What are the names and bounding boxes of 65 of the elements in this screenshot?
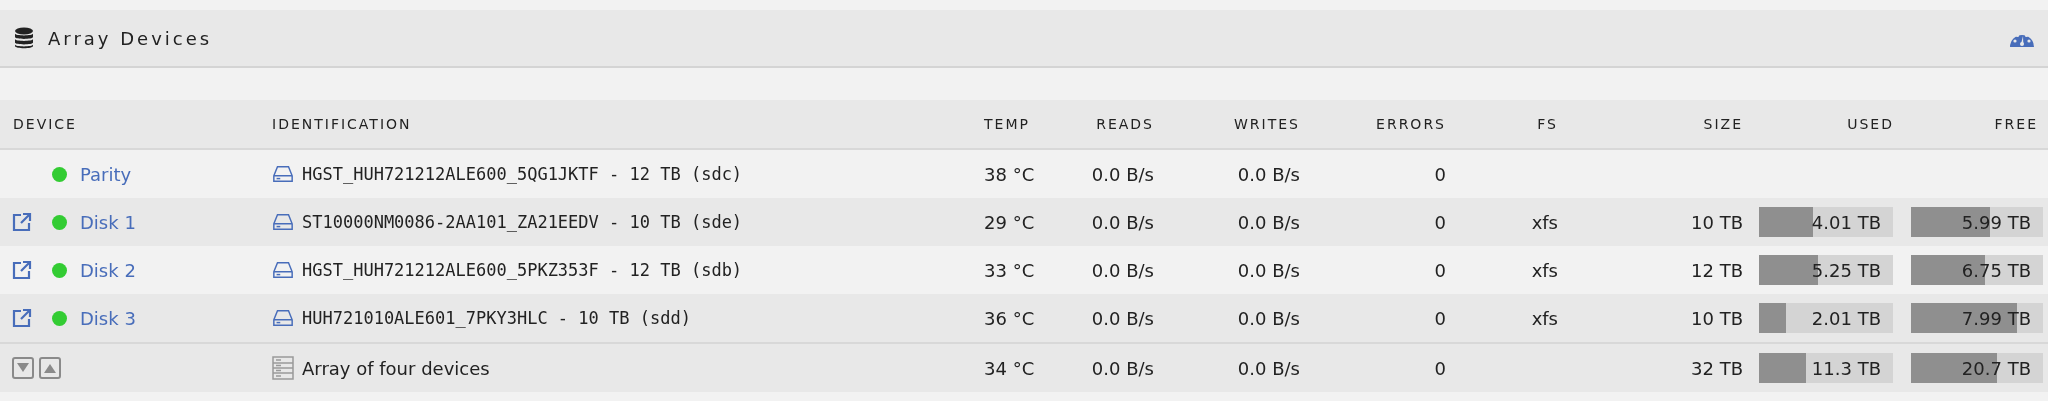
identification-text: HGST_HUH721212ALE600_5PKZ353F - 12 TB (sdb) (302, 260, 743, 280)
identification-text: HUH721010ALE601_7PKY3HLC - 10 TB (sdd) (302, 308, 691, 328)
column-header: READS (1095, 116, 1155, 132)
writes-cell-text: 0.0 B/s (1236, 357, 1301, 379)
identification-text: Array of four devices (302, 357, 490, 379)
database-icon (14, 27, 34, 49)
reads-cell-text: 0.0 B/s (1090, 357, 1155, 379)
column-header: IDENTIFICATION (271, 116, 413, 132)
column-header: FREE (1993, 116, 2039, 132)
drive-icon (272, 163, 294, 185)
fs-cell-text: xfs (1530, 259, 1559, 281)
temp-cell-text: 29 °C (983, 211, 1036, 233)
collapse-button[interactable] (12, 357, 34, 379)
device-link[interactable]: Parity (80, 163, 132, 185)
errors-cell-text: 0 (1433, 259, 1447, 281)
panel-title: Array Devices (48, 27, 214, 49)
external-link-icon[interactable] (12, 260, 32, 280)
identification-text: ST10000NM0086-2AA101_ZA21EEDV - 10 TB (sde) (302, 212, 743, 232)
caret-down-icon (17, 363, 29, 373)
usage-value: 2.01 TB (1811, 307, 1882, 329)
writes-cell-text: 0.0 B/s (1236, 211, 1301, 233)
column-header: SIZE (1702, 116, 1744, 132)
reads-cell-text: 0.0 B/s (1090, 211, 1155, 233)
writes-cell-text: 0.0 B/s (1236, 259, 1301, 281)
fs-cell-text: xfs (1530, 211, 1559, 233)
errors-cell-text: 0 (1433, 211, 1447, 233)
device-link[interactable]: Disk 1 (80, 211, 136, 233)
expand-button[interactable] (39, 357, 61, 379)
usage-value: 5.25 TB (1811, 259, 1882, 281)
column-header: FS (1536, 116, 1559, 132)
external-link-icon[interactable] (12, 212, 32, 232)
reads-cell-text: 0.0 B/s (1090, 259, 1155, 281)
writes-cell-text: 0.0 B/s (1236, 307, 1301, 329)
reads-cell-text: 0.0 B/s (1090, 163, 1155, 185)
drive-icon (272, 211, 294, 233)
column-header: WRITES (1233, 116, 1301, 132)
drive-icon (272, 307, 294, 329)
size-cell-text: 10 TB (1690, 307, 1744, 329)
errors-cell-text: 0 (1433, 163, 1447, 185)
device-link[interactable]: Disk 3 (80, 307, 136, 329)
temp-cell-text: 34 °C (983, 357, 1036, 379)
column-header: DEVICE (12, 116, 78, 132)
reads-cell-text: 0.0 B/s (1090, 307, 1155, 329)
usage-value: 4.01 TB (1811, 211, 1882, 233)
size-cell-text: 12 TB (1690, 259, 1744, 281)
size-cell-text: 10 TB (1690, 211, 1744, 233)
temp-cell-text: 36 °C (983, 307, 1036, 329)
temp-cell-text: 38 °C (983, 163, 1036, 185)
usage-value: 7.99 TB (1961, 307, 2032, 329)
errors-cell-text: 0 (1433, 307, 1447, 329)
list-icon (272, 356, 294, 380)
usage-value: 11.3 TB (1811, 357, 1882, 379)
column-header: TEMP (983, 116, 1031, 132)
fs-cell-text: xfs (1530, 307, 1559, 329)
caret-up-icon (44, 363, 56, 373)
temp-cell-text: 33 °C (983, 259, 1036, 281)
column-header: ERRORS (1375, 116, 1447, 132)
external-link-icon[interactable] (12, 308, 32, 328)
device-link[interactable]: Disk 2 (80, 259, 136, 281)
errors-cell-text: 0 (1433, 357, 1447, 379)
size-cell-text: 32 TB (1690, 357, 1744, 379)
drive-icon (272, 259, 294, 281)
column-header: USED (1846, 116, 1895, 132)
writes-cell-text: 0.0 B/s (1236, 163, 1301, 185)
identification-text: HGST_HUH721212ALE600_5QG1JKTF - 12 TB (sdc) (302, 164, 743, 184)
